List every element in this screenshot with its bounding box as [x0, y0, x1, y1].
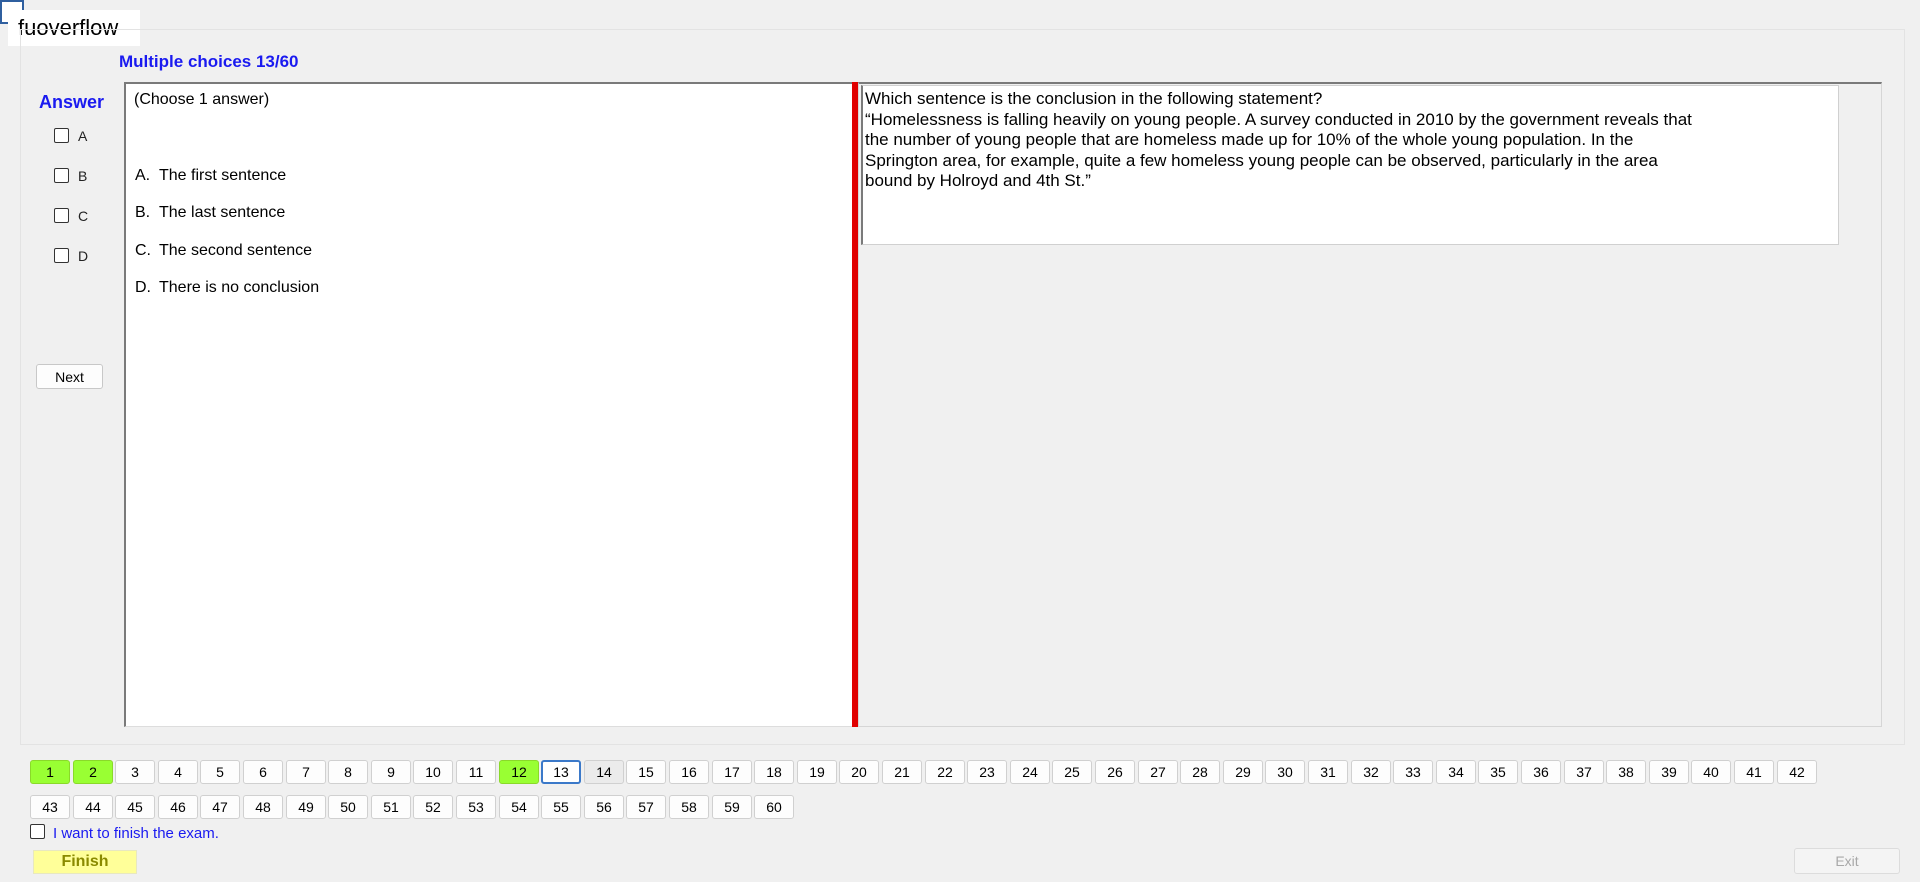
- question-line: Springton area, for example, quite a few…: [865, 150, 1658, 170]
- question-nav-button[interactable]: 11: [456, 760, 496, 784]
- answer-checkbox-d[interactable]: [54, 248, 69, 263]
- question-nav-button[interactable]: 50: [328, 795, 368, 819]
- question-nav-button[interactable]: 60: [754, 795, 794, 819]
- section-title: Multiple choices 13/60: [119, 52, 299, 71]
- question-line: Which sentence is the conclusion in the …: [865, 89, 1323, 108]
- question-nav-button[interactable]: 54: [499, 795, 539, 819]
- question-nav-button[interactable]: 3: [115, 760, 155, 784]
- question-nav-button[interactable]: 2: [73, 760, 113, 784]
- question-nav-button[interactable]: 58: [669, 795, 709, 819]
- answer-label: Answer: [39, 92, 105, 112]
- answer-checkbox-label: B: [78, 168, 88, 184]
- question-nav-button[interactable]: 46: [158, 795, 198, 819]
- choice-option: C. The second sentence: [135, 242, 312, 260]
- question-nav-button[interactable]: 5: [200, 760, 240, 784]
- question-nav-button[interactable]: 15: [626, 760, 666, 784]
- answer-checkbox-a[interactable]: [54, 128, 69, 143]
- question-nav-button[interactable]: 32: [1351, 760, 1391, 784]
- question-nav-button[interactable]: 27: [1138, 760, 1178, 784]
- question-nav-button[interactable]: 40: [1691, 760, 1731, 784]
- question-nav-button[interactable]: 57: [626, 795, 666, 819]
- question-nav-button[interactable]: 30: [1265, 760, 1305, 784]
- finish-button[interactable]: Finish: [33, 850, 137, 874]
- question-nav-button[interactable]: 28: [1180, 760, 1220, 784]
- question-nav-button[interactable]: 52: [413, 795, 453, 819]
- finish-exam-checkbox-label[interactable]: I want to finish the exam.: [53, 825, 219, 842]
- question-nav-button[interactable]: 9: [371, 760, 411, 784]
- question-nav-button[interactable]: 33: [1393, 760, 1433, 784]
- choose-hint: (Choose 1 answer): [134, 91, 270, 108]
- question-nav-button[interactable]: 34: [1436, 760, 1476, 784]
- question-nav-button[interactable]: 59: [712, 795, 752, 819]
- question-nav-button[interactable]: 36: [1521, 760, 1561, 784]
- question-nav-button[interactable]: 19: [797, 760, 837, 784]
- question-nav-button[interactable]: 16: [669, 760, 709, 784]
- question-nav-button[interactable]: 25: [1052, 760, 1092, 784]
- question-nav-button[interactable]: 31: [1308, 760, 1348, 784]
- question-nav-button[interactable]: 13: [541, 760, 581, 784]
- question-nav-button[interactable]: 39: [1649, 760, 1689, 784]
- exit-button[interactable]: Exit: [1794, 848, 1900, 874]
- choice-option: D. There is no conclusion: [135, 279, 319, 297]
- question-nav-button[interactable]: 8: [328, 760, 368, 784]
- question-nav-button[interactable]: 22: [925, 760, 965, 784]
- finish-exam-checkbox[interactable]: [30, 824, 45, 839]
- choice-text: The first sentence: [159, 167, 287, 184]
- question-nav-button[interactable]: 48: [243, 795, 283, 819]
- question-nav-button[interactable]: 41: [1734, 760, 1774, 784]
- answer-checkbox-label: C: [78, 208, 89, 224]
- question-line: bound by Holroyd and 4th St.”: [865, 171, 1091, 190]
- choice-letter: C.: [135, 242, 151, 259]
- question-nav-button[interactable]: 43: [30, 795, 70, 819]
- question-nav-button[interactable]: 51: [371, 795, 411, 819]
- question-nav-button[interactable]: 55: [541, 795, 581, 819]
- next-button[interactable]: Next: [36, 364, 103, 389]
- question-nav-button[interactable]: 29: [1223, 760, 1263, 784]
- choice-letter: B.: [135, 204, 151, 221]
- question-nav-button[interactable]: 53: [456, 795, 496, 819]
- question-nav-button[interactable]: 44: [73, 795, 113, 819]
- choice-text: The second sentence: [159, 242, 312, 259]
- question-line: the number of young people that are home…: [865, 130, 1634, 149]
- question-nav-button[interactable]: 42: [1777, 760, 1817, 784]
- choice-option: B. The last sentence: [135, 204, 285, 222]
- choice-letter: A.: [135, 167, 151, 184]
- question-nav-button[interactable]: 21: [882, 760, 922, 784]
- question-nav-button[interactable]: 12: [499, 760, 539, 784]
- question-nav-button[interactable]: 23: [967, 760, 1007, 784]
- question-nav-button[interactable]: 1: [30, 760, 70, 784]
- question-nav-button[interactable]: 4: [158, 760, 198, 784]
- choice-letter: D.: [135, 279, 151, 296]
- question-nav-button[interactable]: 45: [115, 795, 155, 819]
- question-nav-button[interactable]: 10: [413, 760, 453, 784]
- question-nav-button[interactable]: 6: [243, 760, 283, 784]
- question-nav-button[interactable]: 18: [754, 760, 794, 784]
- choice-text: There is no conclusion: [159, 279, 320, 296]
- question-nav-button[interactable]: 17: [712, 760, 752, 784]
- question-nav-button[interactable]: 20: [839, 760, 879, 784]
- question-nav-button[interactable]: 47: [200, 795, 240, 819]
- question-line: “Homelessness is falling heavily on youn…: [865, 109, 1692, 129]
- question-nav-button[interactable]: 35: [1478, 760, 1518, 784]
- question-nav-button[interactable]: 24: [1010, 760, 1050, 784]
- question-nav-button[interactable]: 37: [1564, 760, 1604, 784]
- question-nav-button[interactable]: 49: [286, 795, 326, 819]
- choice-option: A. The first sentence: [135, 167, 286, 185]
- answer-checkbox-label: D: [78, 248, 89, 264]
- question-nav-button[interactable]: 7: [286, 760, 326, 784]
- question-nav-button[interactable]: 14: [584, 760, 624, 784]
- answer-checkbox-label: A: [78, 128, 88, 144]
- question-nav-button[interactable]: 38: [1606, 760, 1646, 784]
- choice-text: The last sentence: [159, 204, 286, 221]
- answer-checkbox-c[interactable]: [54, 208, 69, 223]
- question-text: Which sentence is the conclusion in the …: [865, 89, 1785, 192]
- answer-checkbox-b[interactable]: [54, 168, 69, 183]
- question-nav-button[interactable]: 26: [1095, 760, 1135, 784]
- question-nav-button[interactable]: 56: [584, 795, 624, 819]
